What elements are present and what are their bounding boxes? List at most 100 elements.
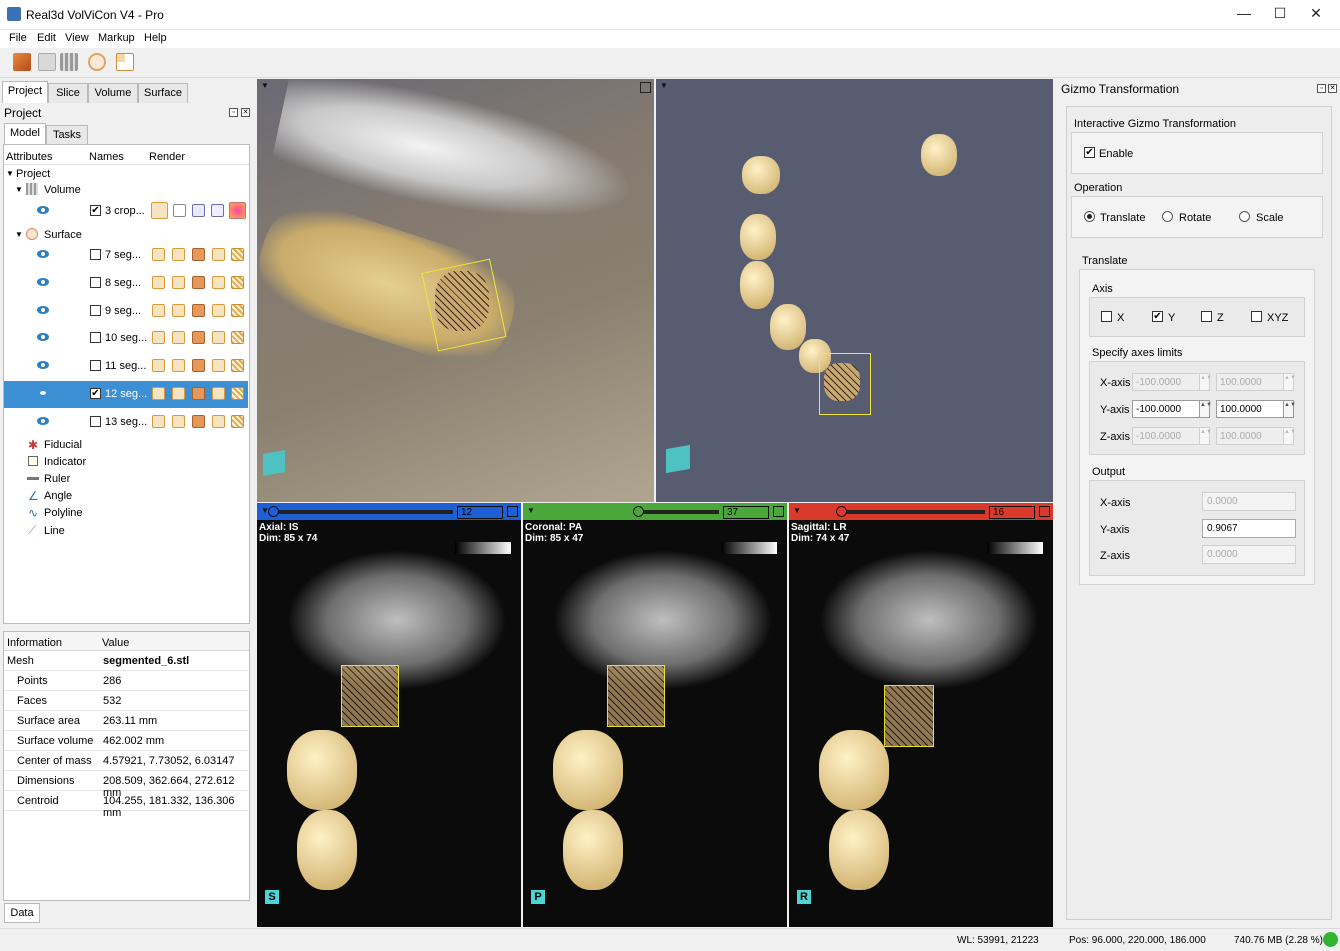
scale-radio-label[interactable]: Scale bbox=[1256, 212, 1284, 224]
surface-item-checkbox[interactable] bbox=[90, 332, 101, 344]
axial-slider-track[interactable] bbox=[268, 506, 453, 517]
tool-angle[interactable]: Angle bbox=[44, 490, 72, 502]
subtab-tasks[interactable]: Tasks bbox=[46, 125, 88, 145]
color-render-icon[interactable] bbox=[229, 202, 246, 219]
sagittal-slice-slider[interactable]: ▼ 16 bbox=[789, 503, 1053, 521]
surface-render-icon[interactable] bbox=[151, 202, 168, 219]
limit-min-spinner[interactable]: ▲▼ bbox=[1199, 400, 1212, 418]
info-col-information[interactable]: Information bbox=[7, 637, 62, 649]
flat-render-icon[interactable] bbox=[212, 359, 225, 373]
float-panel-icon[interactable]: ▫ bbox=[1317, 84, 1326, 93]
coronal-menu-arrow[interactable]: ▼ bbox=[527, 506, 535, 515]
axis-y-label[interactable]: Y bbox=[1168, 312, 1175, 324]
texture-render-icon[interactable] bbox=[231, 387, 244, 400]
sagittal-menu-arrow[interactable]: ▼ bbox=[793, 506, 801, 515]
volume-3d-viewport[interactable]: ▼ bbox=[257, 79, 654, 502]
texture-render-icon[interactable] bbox=[231, 359, 244, 373]
transfer-render-icon[interactable] bbox=[211, 204, 224, 217]
coronal-slice-number[interactable]: 37 bbox=[723, 506, 769, 519]
surface-item-row[interactable]: 10 seg... bbox=[4, 325, 248, 352]
translate-radio[interactable] bbox=[1084, 211, 1095, 222]
sagittal-slice-number[interactable]: 16 bbox=[989, 506, 1035, 519]
visibility-eye-icon[interactable] bbox=[40, 391, 46, 395]
visibility-eye-icon[interactable] bbox=[37, 250, 49, 258]
volume-item-row[interactable]: ✔ 3 crop... bbox=[4, 198, 248, 225]
enable-label[interactable]: Enable bbox=[1099, 148, 1133, 160]
coronal-slice-slider[interactable]: ▼ 37 bbox=[523, 503, 787, 521]
tab-surface[interactable]: Surface bbox=[138, 83, 188, 103]
sagittal-maximize-icon[interactable] bbox=[1039, 506, 1050, 517]
box-render-icon[interactable] bbox=[172, 414, 185, 428]
sagittal-gizmo-box[interactable] bbox=[884, 685, 934, 747]
coronal-slice-viewport[interactable]: Coronal: PA Dim: 85 x 47 P bbox=[523, 520, 787, 927]
solid-render-icon[interactable] bbox=[192, 303, 205, 317]
tab-data[interactable]: Data bbox=[4, 903, 40, 923]
wireframe-render-icon[interactable] bbox=[152, 359, 165, 373]
wireframe-render-icon[interactable] bbox=[152, 414, 165, 428]
visibility-eye-icon[interactable] bbox=[37, 206, 49, 214]
surface-item-checkbox[interactable] bbox=[90, 276, 101, 288]
box-render-icon[interactable] bbox=[172, 303, 185, 317]
limit-min-input[interactable]: -100.0000 bbox=[1132, 400, 1200, 418]
tool-ruler[interactable]: Ruler bbox=[44, 473, 70, 485]
wireframe-render-icon[interactable] bbox=[152, 248, 165, 261]
axial-slice-number[interactable]: 12 bbox=[457, 506, 503, 519]
box-render-icon[interactable] bbox=[172, 275, 185, 289]
skull-render-icon[interactable] bbox=[173, 204, 186, 217]
surface-item-row[interactable]: ✔ 12 seg... bbox=[4, 381, 248, 408]
slice-render-icon[interactable] bbox=[192, 204, 205, 217]
flat-render-icon[interactable] bbox=[212, 248, 225, 261]
flat-render-icon[interactable] bbox=[212, 303, 225, 317]
axis-x-checkbox[interactable] bbox=[1101, 311, 1112, 322]
axial-slice-viewport[interactable]: Axial: IS Dim: 85 x 74 S bbox=[257, 520, 521, 927]
sphere-mesh-icon[interactable] bbox=[88, 53, 106, 71]
rotate-radio-label[interactable]: Rotate bbox=[1179, 212, 1211, 224]
open-file-icon[interactable] bbox=[38, 53, 56, 71]
axial-slice-slider[interactable]: ▼ 12 bbox=[257, 503, 521, 521]
wireframe-render-icon[interactable] bbox=[152, 275, 165, 289]
tool-indicator[interactable]: Indicator bbox=[44, 456, 86, 468]
tool-fiducial[interactable]: Fiducial bbox=[44, 439, 82, 451]
viewport-menu-arrow[interactable]: ▼ bbox=[660, 81, 668, 90]
subtab-model[interactable]: Model bbox=[4, 123, 46, 145]
tab-slice[interactable]: Slice bbox=[48, 83, 88, 103]
col-attributes[interactable]: Attributes bbox=[6, 151, 52, 163]
visibility-eye-icon[interactable] bbox=[37, 361, 49, 370]
sagittal-slider-track[interactable] bbox=[805, 506, 985, 517]
visibility-eye-icon[interactable] bbox=[37, 305, 49, 314]
surface-item-row[interactable]: 7 seg... bbox=[4, 242, 248, 269]
texture-render-icon[interactable] bbox=[231, 331, 244, 345]
sagittal-slider-handle[interactable] bbox=[836, 506, 847, 517]
flat-render-icon[interactable] bbox=[212, 387, 225, 400]
surface-item-row[interactable]: 13 seg... bbox=[4, 409, 248, 436]
texture-render-icon[interactable] bbox=[231, 303, 244, 317]
tree-root-label[interactable]: Project bbox=[16, 168, 50, 180]
solid-render-icon[interactable] bbox=[192, 248, 205, 261]
col-render[interactable]: Render bbox=[149, 151, 185, 163]
surface-3d-viewport[interactable]: ▼ bbox=[656, 79, 1053, 502]
tab-project[interactable]: Project bbox=[2, 81, 48, 103]
axial-gizmo-box[interactable] bbox=[341, 665, 399, 727]
tab-volume[interactable]: Volume bbox=[88, 83, 138, 103]
solid-render-icon[interactable] bbox=[192, 387, 205, 400]
volume-group-arrow[interactable]: ▼ bbox=[15, 185, 23, 194]
maximize-button[interactable]: ☐ bbox=[1266, 5, 1294, 25]
sagittal-slice-viewport[interactable]: Sagittal: LR Dim: 74 x 47 R bbox=[789, 520, 1053, 927]
surface-item-row[interactable]: 11 seg... bbox=[4, 353, 248, 380]
wireframe-render-icon[interactable] bbox=[152, 331, 165, 345]
surface-group-arrow[interactable]: ▼ bbox=[15, 230, 23, 239]
flat-render-icon[interactable] bbox=[212, 275, 225, 289]
coronal-slider-handle[interactable] bbox=[633, 506, 644, 517]
tool-line[interactable]: Line bbox=[44, 525, 65, 537]
surface-item-row[interactable]: 8 seg... bbox=[4, 270, 248, 297]
solid-render-icon[interactable] bbox=[192, 414, 205, 428]
wireframe-render-icon[interactable] bbox=[152, 303, 165, 317]
axial-maximize-icon[interactable] bbox=[507, 506, 518, 517]
visibility-eye-icon[interactable] bbox=[37, 416, 49, 425]
close-panel-icon[interactable]: ✕ bbox=[241, 108, 250, 117]
translate-radio-label[interactable]: Translate bbox=[1100, 212, 1145, 224]
coronal-maximize-icon[interactable] bbox=[773, 506, 784, 517]
menu-file[interactable]: File bbox=[9, 32, 27, 44]
coronal-slider-track[interactable] bbox=[539, 506, 719, 517]
box-render-icon[interactable] bbox=[172, 331, 185, 345]
